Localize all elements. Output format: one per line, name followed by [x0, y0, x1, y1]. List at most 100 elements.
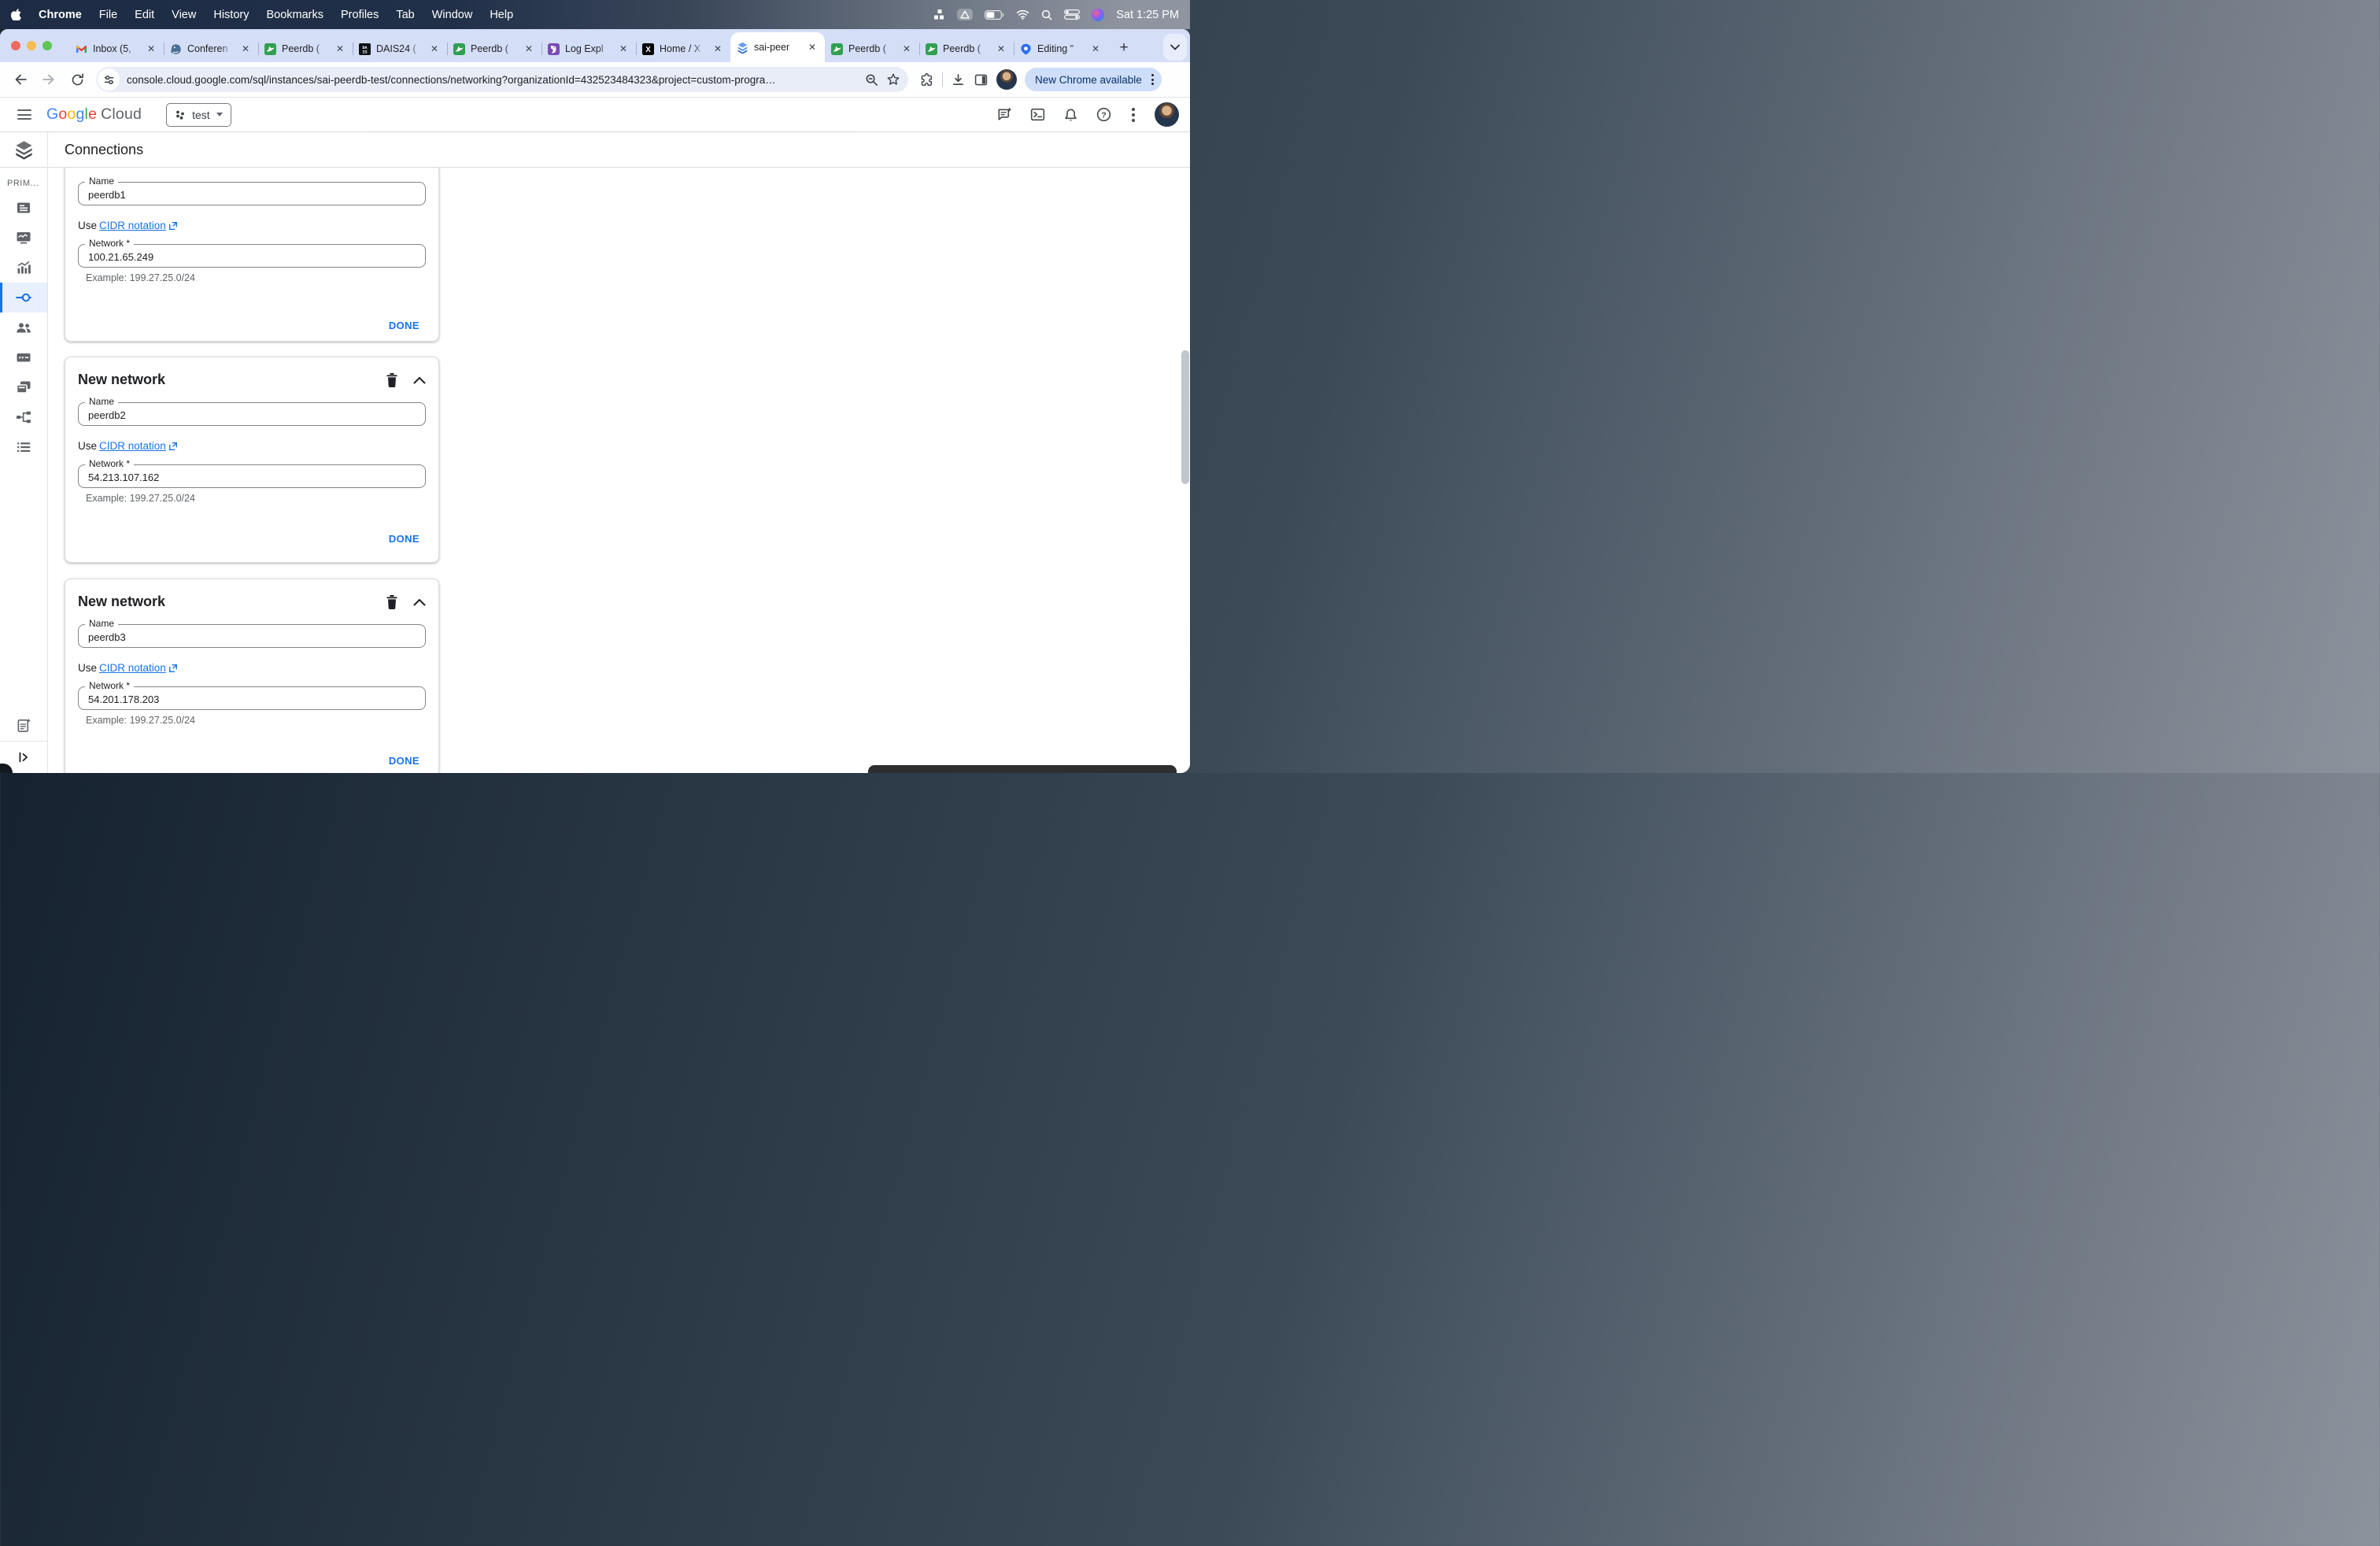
zoom-out-icon[interactable]: [865, 73, 878, 87]
databases-icon: [17, 353, 31, 362]
google-cloud-logo[interactable]: Google Cloud: [46, 105, 142, 124]
menubar-item-view[interactable]: View: [172, 9, 196, 21]
sidebar-item-users[interactable]: [0, 313, 47, 342]
sidebar-item-backups[interactable]: [0, 372, 47, 402]
tab-close-icon[interactable]: ✕: [1089, 43, 1102, 55]
tab-close-icon[interactable]: ✕: [806, 41, 819, 54]
sidebar-item-databases[interactable]: [0, 342, 47, 372]
release-notes-button[interactable]: [0, 709, 47, 741]
cloud-sql-icon: [737, 42, 748, 54]
sidebar-item-system-insights[interactable]: [0, 223, 47, 253]
app-grid-icon[interactable]: [933, 9, 945, 20]
cidr-link-label: CIDR notation: [99, 220, 166, 231]
done-button[interactable]: DONE: [384, 530, 424, 548]
tab-close-icon[interactable]: ✕: [900, 43, 913, 55]
tab-close-icon[interactable]: ✕: [239, 43, 252, 55]
menubar-item-tab[interactable]: Tab: [396, 9, 414, 21]
tab-peerdb-3[interactable]: Peerdb ( ✕: [825, 35, 919, 62]
menubar-item-help[interactable]: Help: [490, 9, 513, 21]
download-icon[interactable]: [951, 72, 966, 87]
menubar-item-chrome[interactable]: Chrome: [39, 9, 82, 21]
apple-menu-icon[interactable]: [11, 9, 21, 20]
name-input[interactable]: [78, 182, 426, 205]
back-icon[interactable]: [8, 67, 33, 92]
name-input[interactable]: [78, 624, 426, 648]
project-selector[interactable]: test: [166, 102, 231, 127]
svg-text:X: X: [645, 46, 651, 54]
forward-icon[interactable]: [36, 67, 61, 92]
chrome-window: Inbox (5, ✕ Conferen ✕ Peerdb ( ✕ DA IS D…: [0, 29, 1190, 773]
done-button[interactable]: DONE: [384, 752, 424, 770]
tab-peerdb-2[interactable]: Peerdb ( ✕: [447, 35, 541, 62]
reload-icon[interactable]: [65, 67, 90, 92]
wifi-icon[interactable]: [1016, 9, 1029, 20]
account-avatar[interactable]: [1155, 102, 1179, 127]
sidebar-item-overview[interactable]: [0, 193, 47, 223]
menubar-item-profiles[interactable]: Profiles: [341, 9, 379, 21]
tab-close-icon[interactable]: ✕: [334, 43, 346, 55]
tab-search-chevron[interactable]: [1163, 34, 1187, 61]
gemini-icon[interactable]: [996, 106, 1013, 123]
tab-x-home[interactable]: X Home / X ✕: [636, 35, 730, 62]
url-text[interactable]: console.cloud.google.com/sql/instances/s…: [127, 74, 857, 86]
tab-close-icon[interactable]: ✕: [428, 43, 441, 55]
tab-close-icon[interactable]: ✕: [523, 43, 535, 55]
browser-profile-avatar[interactable]: [996, 69, 1017, 90]
logo-letter: o: [67, 105, 76, 123]
siri-icon[interactable]: [1092, 8, 1105, 21]
name-input[interactable]: [78, 402, 426, 426]
menubar-item-bookmarks[interactable]: Bookmarks: [266, 9, 323, 21]
tab-log-explorer[interactable]: Log Expl ✕: [541, 35, 636, 62]
control-center-icon[interactable]: [1064, 9, 1081, 20]
vertical-scrollbar-thumb[interactable]: [1181, 350, 1189, 484]
sidebar-item-query-insights[interactable]: [0, 253, 47, 283]
help-icon[interactable]: ?: [1096, 106, 1112, 123]
cidr-notation-link[interactable]: CIDR notation: [99, 220, 178, 231]
tab-sai-peerdb-active[interactable]: sai-peer ✕: [730, 32, 825, 62]
delete-network-icon[interactable]: [385, 372, 399, 388]
delete-network-icon[interactable]: [385, 594, 399, 610]
address-bar[interactable]: console.cloud.google.com/sql/instances/s…: [96, 67, 908, 92]
tab-close-icon[interactable]: ✕: [995, 43, 1007, 55]
tab-dais24[interactable]: DA IS DAIS24 ( ✕: [353, 35, 447, 62]
tab-editing[interactable]: Editing " ✕: [1014, 35, 1108, 62]
cidr-notation-link[interactable]: CIDR notation: [99, 440, 178, 452]
sidebar-item-operations[interactable]: [0, 432, 47, 462]
tab-close-icon[interactable]: ✕: [711, 43, 724, 55]
menubar-item-file[interactable]: File: [99, 9, 117, 21]
zoom-window-button[interactable]: [42, 41, 52, 50]
new-tab-button[interactable]: +: [1113, 37, 1135, 59]
tab-title: Log Expl: [565, 43, 604, 54]
tab-conference[interactable]: Conferen ✕: [164, 35, 258, 62]
sidebar-item-connections[interactable]: [0, 283, 47, 313]
notifications-bell-icon[interactable]: [1062, 106, 1079, 123]
collapse-card-icon[interactable]: [413, 376, 426, 384]
cloud-shell-icon[interactable]: [1029, 106, 1046, 123]
collapse-card-icon[interactable]: [413, 598, 426, 606]
minimize-window-button[interactable]: [27, 41, 36, 50]
spotlight-icon[interactable]: [1041, 9, 1052, 20]
hamburger-menu-icon[interactable]: [10, 101, 39, 129]
menubar-item-window[interactable]: Window: [432, 9, 473, 21]
chrome-update-pill[interactable]: New Chrome available: [1025, 68, 1162, 91]
frontmost-app-icon[interactable]: [957, 9, 974, 20]
close-window-button[interactable]: [11, 41, 20, 50]
tab-inbox[interactable]: Inbox (5, ✕: [69, 35, 164, 62]
menubar-item-history[interactable]: History: [213, 9, 249, 21]
tab-close-icon[interactable]: ✕: [617, 43, 630, 55]
menubar-item-edit[interactable]: Edit: [135, 9, 154, 21]
cidr-notation-link[interactable]: CIDR notation: [99, 662, 178, 674]
browser-menu-icon[interactable]: [1148, 71, 1157, 88]
tab-peerdb-1[interactable]: Peerdb ( ✕: [258, 35, 353, 62]
sidebar-item-replicas[interactable]: [0, 402, 47, 432]
site-settings-tune-icon[interactable]: [98, 68, 120, 91]
menubar-clock[interactable]: Sat 1:25 PM: [1116, 9, 1179, 21]
battery-icon[interactable]: [985, 9, 1004, 20]
extensions-puzzle-icon[interactable]: [919, 72, 934, 87]
tab-close-icon[interactable]: ✕: [145, 43, 157, 55]
more-vert-icon[interactable]: [1129, 105, 1138, 125]
bookmark-star-icon[interactable]: [886, 72, 900, 87]
done-button[interactable]: DONE: [384, 316, 424, 335]
side-panel-icon[interactable]: [974, 72, 989, 87]
tab-peerdb-4[interactable]: Peerdb ( ✕: [919, 35, 1014, 62]
